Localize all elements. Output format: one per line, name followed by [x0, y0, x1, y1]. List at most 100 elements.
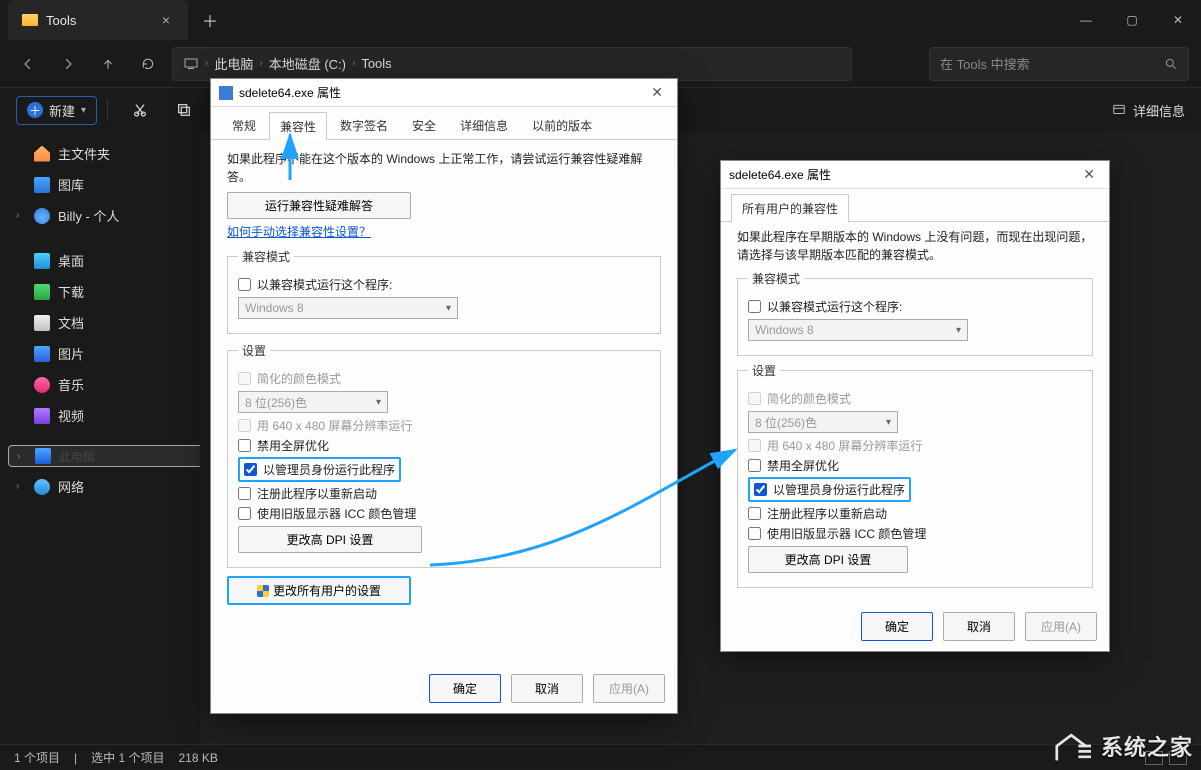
dialog-title: sdelete64.exe 属性: [729, 166, 831, 183]
compat-mode-select[interactable]: Windows 8: [238, 297, 458, 319]
crumb-thispc[interactable]: 此电脑: [214, 54, 253, 73]
dialog-close-button[interactable]: ✕: [1077, 166, 1101, 183]
breadcrumb[interactable]: › 此电脑 › 本地磁盘 (C:) › Tools: [172, 47, 852, 81]
crumb-drive[interactable]: 本地磁盘 (C:): [269, 54, 346, 73]
refresh-button[interactable]: [132, 48, 164, 80]
download-icon: [34, 284, 50, 300]
sidebar-item-home[interactable]: 主文件夹: [8, 138, 192, 169]
reduced-color-checkbox[interactable]: 简化的颜色模式: [238, 370, 650, 387]
tab-previous[interactable]: 以前的版本: [521, 111, 603, 139]
pictures-icon: [34, 346, 50, 362]
settings-legend: 设置: [238, 342, 270, 359]
close-button[interactable]: ✕: [1155, 0, 1201, 40]
settings-group: 设置 简化的颜色模式 8 位(256)色 用 640 x 480 屏幕分辨率运行…: [737, 362, 1093, 588]
change-all-users-button[interactable]: 更改所有用户的设置: [227, 576, 411, 605]
tab-allusers-compat[interactable]: 所有用户的兼容性: [731, 194, 849, 222]
back-button[interactable]: [12, 48, 44, 80]
disable-fullscreen-checkbox[interactable]: 禁用全屏优化: [238, 437, 650, 454]
pc-icon: [183, 56, 199, 72]
apply-button[interactable]: 应用(A): [593, 674, 665, 703]
ok-button[interactable]: 确定: [429, 674, 501, 703]
tab-security[interactable]: 安全: [401, 111, 447, 139]
network-icon: [34, 479, 50, 495]
close-tab-icon[interactable]: ×: [158, 10, 174, 30]
compat-mode-group: 兼容模式 以兼容模式运行这个程序: Windows 8: [227, 248, 661, 334]
color-select[interactable]: 8 位(256)色: [238, 391, 388, 413]
register-restart-checkbox[interactable]: 注册此程序以重新启动: [748, 505, 1082, 522]
tab-general[interactable]: 常规: [221, 111, 267, 139]
up-button[interactable]: [92, 48, 124, 80]
tab-signatures[interactable]: 数字签名: [329, 111, 399, 139]
sidebar-item-thispc[interactable]: ›此电脑: [8, 445, 228, 467]
shield-icon: [257, 585, 269, 597]
properties-dialog-allusers: sdelete64.exe 属性 ✕ 所有用户的兼容性 如果此程序在早期版本的 …: [720, 160, 1110, 652]
dialog-title: sdelete64.exe 属性: [239, 84, 341, 101]
dialog-close-button[interactable]: ✕: [645, 84, 669, 101]
dpi-settings-button[interactable]: 更改高 DPI 设置: [748, 546, 908, 573]
run-as-admin-checkbox[interactable]: 以管理员身份运行此程序: [754, 481, 905, 498]
status-count: 1 个项目: [14, 749, 60, 766]
document-icon: [34, 315, 50, 331]
apply-button[interactable]: 应用(A): [1025, 612, 1097, 641]
compat-mode-checkbox[interactable]: 以兼容模式运行这个程序:: [748, 298, 1082, 315]
legacy-icc-checkbox[interactable]: 使用旧版显示器 ICC 颜色管理: [748, 525, 1082, 542]
video-icon: [34, 408, 50, 424]
new-button[interactable]: ＋ 新建 ▾: [16, 96, 97, 125]
sidebar-item-documents[interactable]: 文档: [8, 307, 192, 338]
home-icon: [34, 146, 50, 162]
cancel-button[interactable]: 取消: [943, 612, 1015, 641]
disable-fullscreen-checkbox[interactable]: 禁用全屏优化: [748, 457, 1082, 474]
compat-intro: 如果此程序不能在这个版本的 Windows 上正常工作，请尝试运行兼容性疑难解答…: [227, 150, 661, 186]
cloud-icon: [34, 208, 50, 224]
new-label: 新建: [49, 101, 75, 120]
manual-compat-link[interactable]: 如何手动选择兼容性设置？: [227, 225, 371, 239]
music-icon: [34, 377, 50, 393]
sidebar-item-gallery[interactable]: 图库: [8, 169, 192, 200]
forward-button[interactable]: [52, 48, 84, 80]
cancel-button[interactable]: 取消: [511, 674, 583, 703]
res-640-checkbox[interactable]: 用 640 x 480 屏幕分辨率运行: [238, 417, 650, 434]
dialog-titlebar[interactable]: sdelete64.exe 属性 ✕: [721, 161, 1109, 189]
crumb-folder[interactable]: Tools: [361, 56, 391, 71]
run-as-admin-checkbox[interactable]: 以管理员身份运行此程序: [244, 461, 395, 478]
register-restart-checkbox[interactable]: 注册此程序以重新启动: [238, 485, 650, 502]
dialog-titlebar[interactable]: sdelete64.exe 属性 ✕: [211, 79, 677, 107]
statusbar: 1 个项目 | 选中 1 个项目 218 KB: [0, 744, 1201, 770]
troubleshoot-button[interactable]: 运行兼容性疑难解答: [227, 192, 411, 219]
titlebar: Tools × ＋ — ▢ ✕: [0, 0, 1201, 40]
window-tab[interactable]: Tools ×: [8, 0, 188, 40]
compat-intro: 如果此程序在早期版本的 Windows 上没有问题，而现在出现问题，请选择与该早…: [737, 228, 1093, 264]
maximize-button[interactable]: ▢: [1109, 0, 1155, 40]
legacy-icc-checkbox[interactable]: 使用旧版显示器 ICC 颜色管理: [238, 505, 650, 522]
properties-dialog-main: sdelete64.exe 属性 ✕ 常规 兼容性 数字签名 安全 详细信息 以…: [210, 78, 678, 714]
watermark-text: 系统之家: [1101, 730, 1193, 762]
compat-legend: 兼容模式: [748, 270, 804, 287]
color-select[interactable]: 8 位(256)色: [748, 411, 898, 433]
search-input[interactable]: 在 Tools 中搜索: [929, 47, 1189, 81]
compat-mode-select[interactable]: Windows 8: [748, 319, 968, 341]
tab-compatibility[interactable]: 兼容性: [269, 112, 327, 140]
cut-icon[interactable]: [124, 94, 156, 126]
copy-icon[interactable]: [168, 94, 200, 126]
sidebar-item-desktop[interactable]: 桌面: [8, 245, 192, 276]
tab-details[interactable]: 详细信息: [449, 111, 519, 139]
res-640-checkbox[interactable]: 用 640 x 480 屏幕分辨率运行: [748, 437, 1082, 454]
sidebar-item-music[interactable]: 音乐: [8, 369, 192, 400]
sidebar-item-videos[interactable]: 视频: [8, 400, 192, 431]
sidebar: 主文件夹 图库 ›Billy - 个人 桌面 下载 文档 图片 音乐 视频 ›此…: [0, 132, 200, 744]
sidebar-item-network[interactable]: ›网络: [8, 471, 192, 502]
details-label: 详细信息: [1133, 101, 1185, 120]
dpi-settings-button[interactable]: 更改高 DPI 设置: [238, 526, 422, 553]
sidebar-item-onedrive[interactable]: ›Billy - 个人: [8, 200, 192, 231]
minimize-button[interactable]: —: [1063, 0, 1109, 40]
reduced-color-checkbox[interactable]: 简化的颜色模式: [748, 390, 1082, 407]
window-controls: — ▢ ✕: [1063, 0, 1201, 40]
plus-icon: ＋: [27, 102, 43, 118]
tab-title: Tools: [46, 13, 76, 28]
compat-mode-checkbox[interactable]: 以兼容模式运行这个程序:: [238, 276, 650, 293]
ok-button[interactable]: 确定: [861, 612, 933, 641]
sidebar-item-pictures[interactable]: 图片: [8, 338, 192, 369]
sidebar-item-downloads[interactable]: 下载: [8, 276, 192, 307]
details-button[interactable]: 详细信息: [1111, 101, 1185, 120]
new-tab-button[interactable]: ＋: [188, 8, 232, 32]
